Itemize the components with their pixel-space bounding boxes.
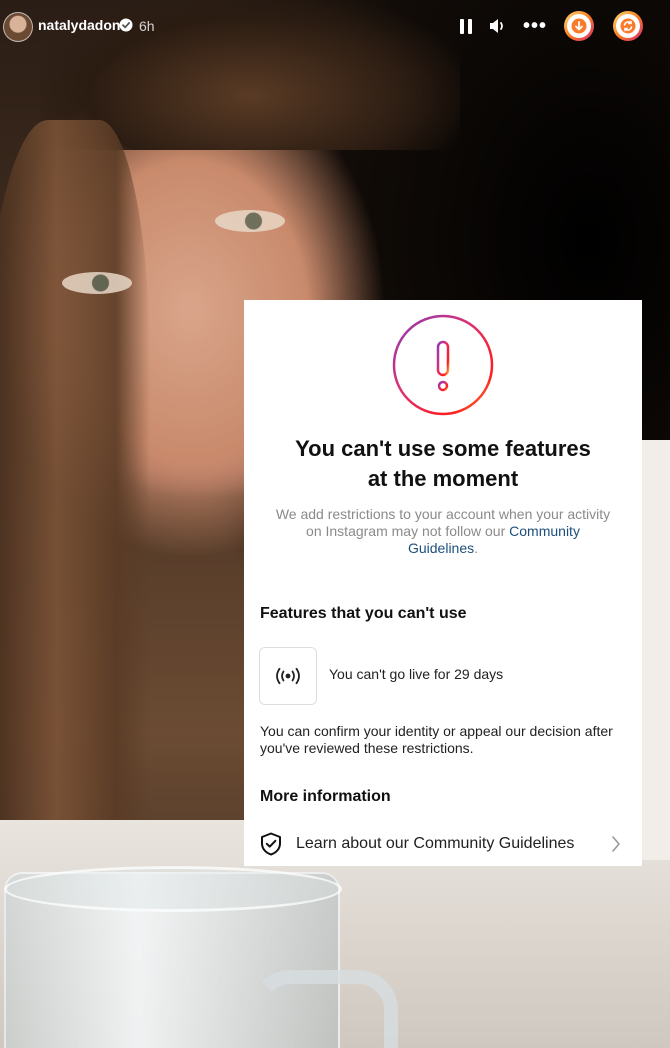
refresh-icon [620,18,636,34]
appeal-info-text: You can confirm your identity or appeal … [260,723,613,756]
live-restriction-text: You can't go live for 29 days [329,666,504,682]
mug-rim-shape [4,866,342,912]
features-heading: Features that you can't use [260,605,467,622]
speaker-icon [490,19,503,33]
title-line: at the moment [367,466,519,491]
volume-button[interactable] [487,14,509,38]
post-time: 6h [139,18,155,34]
story-header: natalydadon 6h ••• [0,0,670,56]
eye-shape [62,272,132,294]
eye-shape [215,210,285,232]
verified-badge-icon [119,18,133,32]
description-end: . [474,540,479,556]
pause-icon [460,18,464,34]
pause-icon [468,18,472,34]
chevron-right-icon [612,836,620,852]
more-information-heading: More information [260,788,391,805]
restriction-title: You can't use some features at the momen… [274,434,612,494]
hair-shape [0,120,150,940]
live-broadcast-icon [276,667,300,685]
more-options-button[interactable]: ••• [522,14,548,38]
mug-handle-shape [250,970,398,1048]
restriction-description: We add restrictions to your account when… [274,506,612,557]
warning-icon [392,314,494,416]
title-line: You can't use some features [295,436,591,461]
pause-button[interactable] [457,14,475,38]
avatar[interactable] [3,12,33,42]
repost-button[interactable] [613,11,643,41]
download-icon [571,18,587,34]
restriction-card: You can't use some features at the momen… [244,300,642,866]
learn-community-guidelines-row[interactable]: Learn about our Community Guidelines [244,828,642,866]
learn-community-guidelines-label: Learn about our Community Guidelines [296,835,575,852]
username[interactable]: natalydadon [38,17,120,33]
live-icon-box [259,647,317,705]
shield-check-icon [261,832,281,856]
download-button[interactable] [564,11,594,41]
